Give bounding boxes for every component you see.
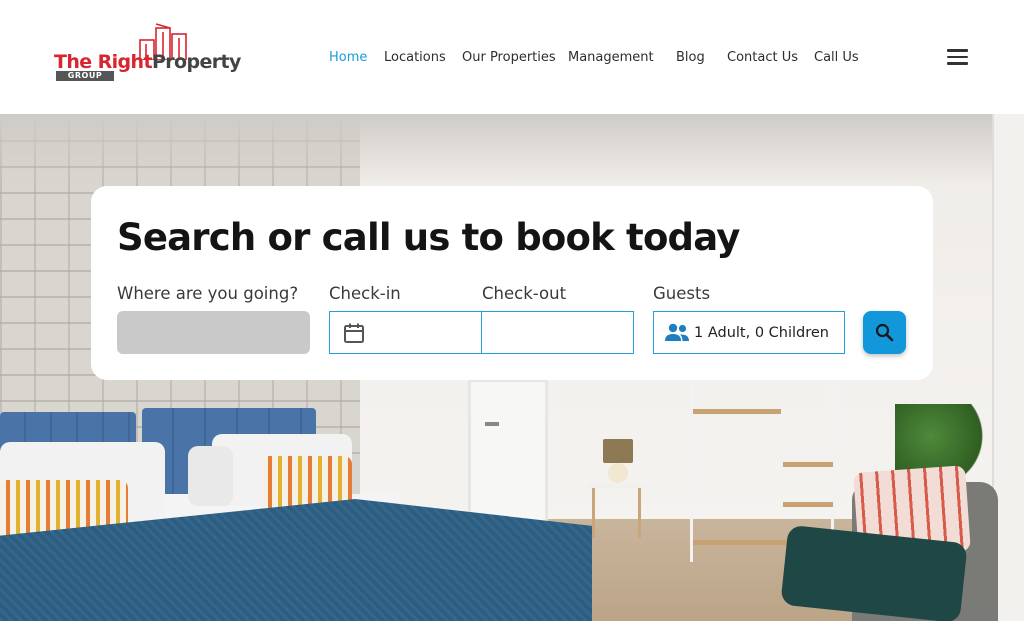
logo-text-property: Property <box>151 51 241 73</box>
guests-label: Guests <box>653 284 711 303</box>
ceiling <box>0 114 1024 184</box>
checkin-label: Check-in <box>329 284 401 303</box>
logo-wordmark: The RightProperty <box>54 53 241 72</box>
side-table <box>588 484 646 538</box>
pillow <box>188 446 233 506</box>
search-icon <box>875 323 894 342</box>
striped-cushion <box>262 456 352 508</box>
destination-input[interactable] <box>117 311 310 354</box>
nav-home[interactable]: Home <box>329 49 367 67</box>
search-button[interactable] <box>863 311 906 354</box>
nav-call-us[interactable]: Call Us <box>814 49 859 67</box>
nav-contact-us[interactable]: Contact Us <box>727 49 798 67</box>
booking-search-card: Search or call us to book today Where ar… <box>91 186 933 380</box>
guests-selector[interactable]: 1 Adult, 0 Children <box>653 311 845 354</box>
nav-our-properties[interactable]: Our Properties <box>462 49 556 67</box>
site-logo[interactable]: The RightProperty GROUP <box>54 22 241 84</box>
guests-value: 1 Adult, 0 Children <box>694 325 829 341</box>
logo-subtext: GROUP <box>56 71 114 81</box>
checkout-field[interactable] <box>481 311 634 354</box>
checkin-field[interactable] <box>329 311 483 354</box>
lamp-base <box>608 463 628 483</box>
nav-locations[interactable]: Locations <box>384 49 446 67</box>
nav-blog[interactable]: Blog <box>676 49 705 67</box>
people-icon <box>665 323 689 341</box>
destination-label: Where are you going? <box>117 284 299 303</box>
checkout-label: Check-out <box>482 284 567 303</box>
calendar-icon <box>344 323 364 343</box>
logo-text-the-right: The Right <box>54 51 153 73</box>
lamp <box>603 439 633 463</box>
hamburger-menu-icon[interactable] <box>947 49 968 65</box>
site-header: The RightProperty GROUP Home Locations O… <box>0 0 1024 114</box>
search-heading: Search or call us to book today <box>117 216 740 259</box>
nav-management[interactable]: Management <box>568 49 654 67</box>
